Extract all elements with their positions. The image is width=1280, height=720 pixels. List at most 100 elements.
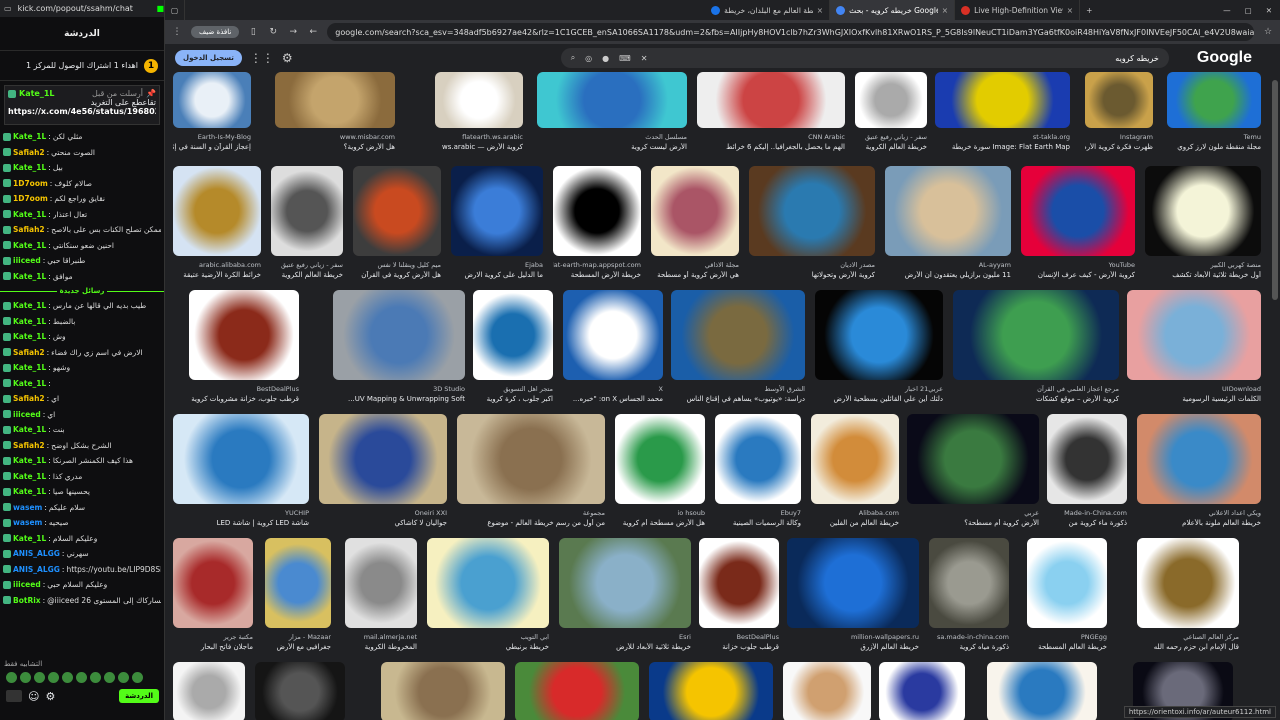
new-tab-button[interactable]: + <box>1080 6 1098 15</box>
result-thumbnail[interactable] <box>749 166 875 256</box>
result-thumbnail[interactable] <box>671 290 805 380</box>
result-thumbnail[interactable] <box>1027 538 1107 628</box>
image-result[interactable]: ويكي اعداد الاعلاني خريطة العالم ملونة با… <box>1137 414 1261 534</box>
tab-close-icon[interactable]: × <box>1067 6 1073 15</box>
result-caption[interactable]: جواليان لا كاشاكي <box>319 519 447 527</box>
result-source[interactable]: مسلسل الحدث <box>537 133 687 141</box>
result-source[interactable]: st-takla.org <box>935 133 1070 141</box>
result-source[interactable]: CNN Arabic <box>697 133 845 141</box>
result-caption[interactable]: دلتك أين علي القائلين بسطحية الأرض <box>815 395 944 403</box>
result-thumbnail[interactable] <box>1021 166 1135 256</box>
result-caption[interactable]: هي الأرض كروية أو مسطحة <box>651 271 739 279</box>
result-thumbnail[interactable] <box>1145 166 1261 256</box>
result-caption[interactable]: كروية الأرض - كيف عرف الإنسان <box>1021 271 1135 279</box>
result-thumbnail[interactable] <box>907 414 1039 504</box>
result-source[interactable]: X <box>563 385 663 393</box>
emote-icon[interactable] <box>6 672 17 683</box>
result-thumbnail[interactable] <box>255 662 345 720</box>
image-result[interactable]: X محمد الجساس on X: "خبره... <box>563 290 663 410</box>
image-result[interactable]: Temu مجلة منقطة ملون لارز كروي <box>1167 72 1261 158</box>
settings-gear-icon[interactable]: ⚙ <box>282 51 293 65</box>
result-caption[interactable]: جغرافيي مع الأرض <box>265 643 331 651</box>
pinned-message-link[interactable]: https://x.com/4e56/status/196803... <box>8 107 156 116</box>
image-result[interactable]: st-takla.org Image: Flat Earth Map سورة خ… <box>935 72 1070 158</box>
image-result[interactable]: Alibaba.com خريطة العالم من الفلين <box>811 414 899 534</box>
emote-icon[interactable] <box>62 672 73 683</box>
search-icon[interactable]: ⌕ <box>571 53 575 63</box>
chat-username[interactable]: Safiah2 <box>13 441 45 450</box>
close-icon[interactable]: ✕ <box>1266 6 1272 15</box>
search-box[interactable]: ⌕ ◎ ● ⌨ ✕ خريطه كرويه <box>560 48 1169 68</box>
emote-icon[interactable] <box>20 672 31 683</box>
image-result[interactable]: flat-earth-map.appspot.com خريطة الأرض ال… <box>553 166 641 286</box>
result-thumbnail[interactable] <box>451 166 543 256</box>
emote-icon[interactable] <box>104 672 115 683</box>
chat-username[interactable]: 1D7oom <box>13 179 48 188</box>
image-result[interactable]: مسلسل الحدث الأرض ليست كروية <box>537 72 687 158</box>
google-logo[interactable]: Google <box>1197 49 1252 67</box>
emoji-icon[interactable]: ☺ <box>28 690 39 703</box>
result-source[interactable]: مصدر الاديان <box>749 261 875 269</box>
image-result[interactable]: flatearth.ws.arabic كروية الأرض — ws.arab… <box>435 72 523 158</box>
result-source[interactable]: arabic.alibaba.com <box>173 261 261 269</box>
result-thumbnail[interactable] <box>987 662 1097 720</box>
chat-username[interactable]: Kate_1L <box>13 363 46 372</box>
result-source[interactable]: عربي21 اخبار <box>815 385 943 393</box>
result-caption[interactable]: ذكورة ماء كروية من <box>1047 519 1127 527</box>
result-caption[interactable]: Image: Flat Earth Map سورة خريطة <box>935 143 1070 151</box>
image-result[interactable]: Esri خريطة ثلاثية الأبعاد للأرض <box>559 538 691 658</box>
result-source[interactable]: UIDownload <box>1127 385 1261 393</box>
result-source[interactable]: مرجع اعجاز العلمي في القرآن <box>953 385 1119 393</box>
result-thumbnail[interactable] <box>811 414 899 504</box>
result-source[interactable]: YUCHIP <box>173 509 309 517</box>
image-result[interactable]: مجلة الاذاقي هي الأرض كروية أو مسطحة <box>651 166 739 286</box>
result-source[interactable]: Oneiri XXI <box>319 509 447 517</box>
result-source[interactable]: ابي التويب <box>427 633 549 641</box>
emote-icon[interactable] <box>90 672 101 683</box>
emote-icon[interactable] <box>132 672 143 683</box>
chat-username[interactable]: Safiah2 <box>13 394 45 403</box>
image-result[interactable]: mail.almerja.net المخروطة الكروية <box>345 538 417 658</box>
chat-username[interactable]: Kate_1L <box>13 332 46 341</box>
image-result[interactable] <box>173 662 245 720</box>
result-source[interactable]: www.misbar.com <box>275 133 395 141</box>
reload-icon[interactable]: ↻ <box>267 27 279 37</box>
image-result[interactable]: BestDealPlus قرطب جلوب خزانة <box>699 538 779 658</box>
result-source[interactable]: sa.made-in-china.com <box>929 633 1009 641</box>
result-thumbnail[interactable] <box>473 290 553 380</box>
image-result[interactable] <box>381 662 505 720</box>
result-caption[interactable]: خريطة العالم الكروية <box>271 271 343 279</box>
clear-icon[interactable]: ✕ <box>641 54 648 63</box>
result-thumbnail[interactable] <box>427 538 549 628</box>
result-thumbnail[interactable] <box>697 72 845 128</box>
result-source[interactable]: Temu <box>1167 133 1261 141</box>
result-source[interactable]: BestDealPlus <box>699 633 779 641</box>
mic-icon[interactable]: ● <box>602 54 609 63</box>
image-result[interactable]: www.misbar.com هل الأرض كروية؟ <box>275 72 395 158</box>
image-result[interactable]: ابي التويب خريطة برنيطي <box>427 538 549 658</box>
emote-icon[interactable] <box>76 672 87 683</box>
image-result[interactable]: Made-in-China.com ذكورة ماء كروية من <box>1047 414 1127 534</box>
result-source[interactable]: flatearth.ws.arabic <box>435 133 523 141</box>
image-result[interactable]: arabic.alibaba.com خرائط الكرة الأرضية عت… <box>173 166 261 286</box>
result-source[interactable]: YouTube <box>1021 261 1135 269</box>
image-result[interactable]: CNN Arabic الهم ما يحصل بالجغرافيا.. إليك… <box>697 72 845 158</box>
emote-icon[interactable] <box>34 672 45 683</box>
result-caption[interactable]: خريطة العالم الأزرق <box>787 643 919 651</box>
result-thumbnail[interactable] <box>649 662 773 720</box>
chat-username[interactable]: Kate_1L <box>13 132 46 141</box>
result-caption[interactable]: كروية الأرض – موقع كشكات <box>953 395 1119 403</box>
result-caption[interactable]: خريطة ثلاثية الأبعاد للأرض <box>559 643 691 651</box>
chat-username[interactable]: Kate_1L <box>13 317 46 326</box>
result-caption[interactable]: وكالة الرسميات الصينية <box>715 519 801 527</box>
result-caption[interactable]: أول خريطة ثلاثية الأبعاد تكشف <box>1145 271 1261 279</box>
image-result[interactable]: ميم كليل وينقلنا لا نفس هل الأرض كروية في… <box>353 166 441 286</box>
minimize-icon[interactable]: — <box>1223 6 1231 15</box>
result-caption[interactable]: ذكورة مياه كروية <box>929 643 1009 651</box>
image-result[interactable]: مكتبة جرير ماجلان فاتح البحار <box>173 538 253 658</box>
chat-username[interactable]: Kate_1L <box>13 472 46 481</box>
result-thumbnail[interactable] <box>265 538 331 628</box>
result-source[interactable]: ويكي اعداد الاعلاني <box>1137 509 1261 517</box>
result-source[interactable]: flat-earth-map.appspot.com <box>553 261 641 269</box>
result-source[interactable]: Mazaar - مزار <box>265 633 331 641</box>
